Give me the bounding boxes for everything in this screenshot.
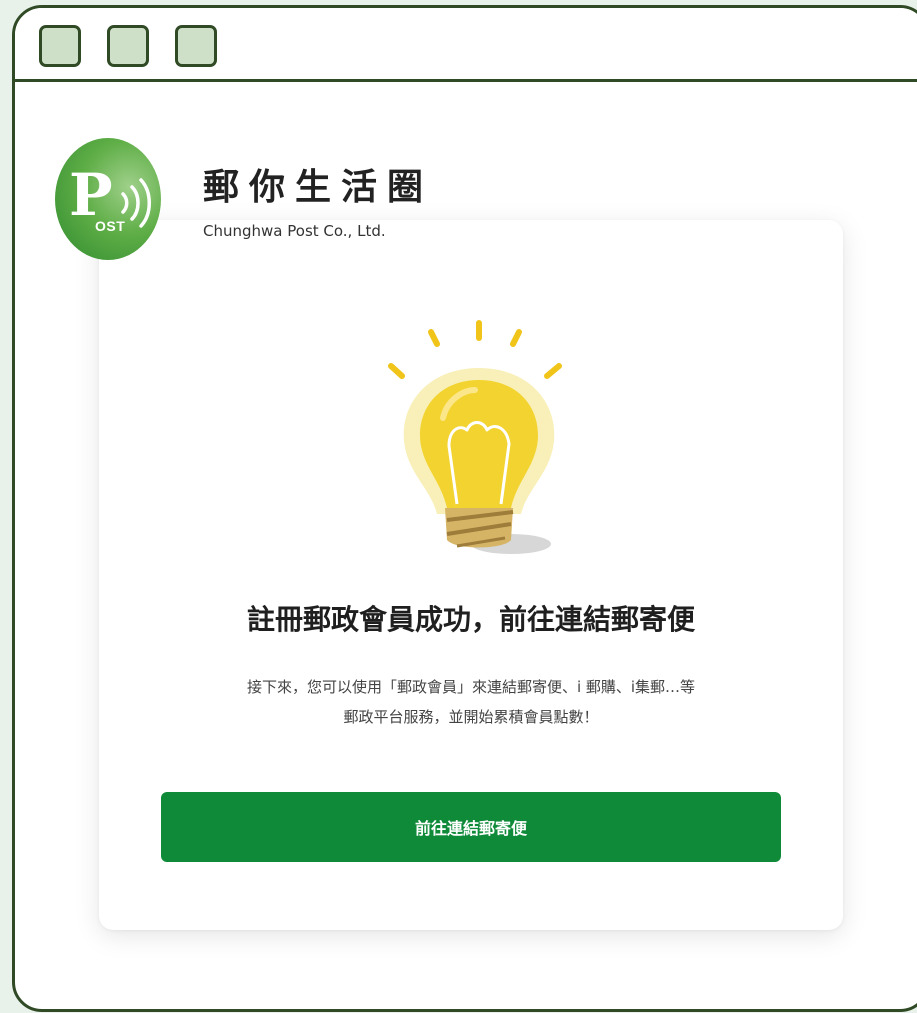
window-titlebar <box>15 8 917 82</box>
brand-subtitle: Chunghwa Post Co., Ltd. <box>203 222 386 240</box>
success-card: 註冊郵政會員成功，前往連結郵寄便 接下來，您可以使用「郵政會員」來連結郵寄便、i… <box>99 220 843 930</box>
window-button-2[interactable] <box>107 25 149 67</box>
post-logo-icon: P OST <box>55 138 161 260</box>
logo-letter: P <box>69 161 113 229</box>
link-mail-service-button[interactable]: 前往連結郵寄便 <box>161 792 781 862</box>
description-line-2: 郵政平台服務，並開始累積會員點數！ <box>343 708 599 726</box>
browser-window: 註冊郵政會員成功，前往連結郵寄便 接下來，您可以使用「郵政會員」來連結郵寄便、i… <box>12 5 917 1012</box>
signal-waves-icon <box>121 178 151 228</box>
brand-title: 郵你生活圈 <box>203 167 434 208</box>
success-heading: 註冊郵政會員成功，前往連結郵寄便 <box>246 603 695 636</box>
lightbulb-icon <box>388 320 562 554</box>
window-button-1[interactable] <box>39 25 81 67</box>
success-description: 接下來，您可以使用「郵政會員」來連結郵寄便、i 郵購、i集郵…等 郵政平台服務，… <box>99 672 843 732</box>
window-button-3[interactable] <box>175 25 217 67</box>
description-line-1: 接下來，您可以使用「郵政會員」來連結郵寄便、i 郵購、i集郵…等 <box>246 678 696 696</box>
